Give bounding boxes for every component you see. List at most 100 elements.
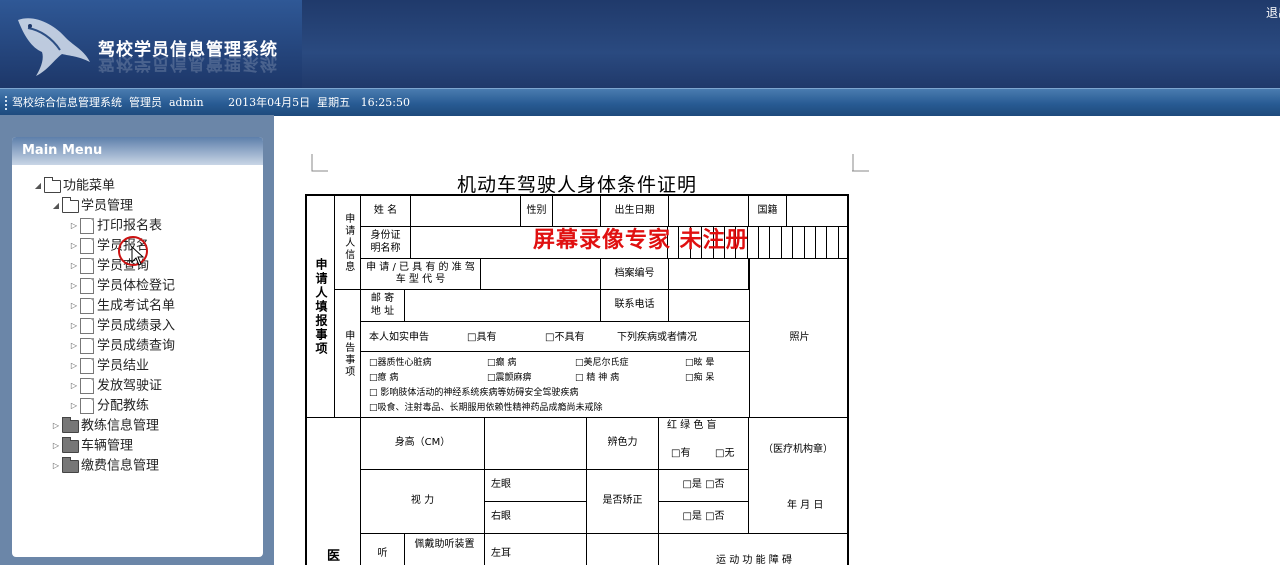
file-no-label-cell: 档案编号	[601, 259, 669, 290]
expand-triangle-icon: ▷	[70, 281, 78, 290]
tree-item-label: 学员体检登记	[97, 278, 176, 294]
page-icon	[80, 338, 94, 354]
tree-root[interactable]: ◢ 功能菜单	[32, 176, 116, 195]
tree-item-score-entry[interactable]: ▷ 学员成绩录入	[68, 317, 175, 335]
gender-label: 性别	[526, 204, 547, 216]
height-value-cell	[485, 418, 587, 470]
tree-group-student[interactable]: ◢ 学员管理	[50, 196, 134, 215]
expand-triangle-icon: ▷	[70, 401, 78, 410]
disease-item: □器质性心脏病	[369, 358, 432, 368]
id-label: 身份证明名称	[370, 230, 401, 254]
color-label: 辨色力	[607, 437, 638, 449]
applicant-info-cell: 申请人信息	[335, 196, 361, 290]
tree-item-graduation[interactable]: ▷ 学员结业	[68, 357, 149, 375]
motor-label: 运 动 功 能 障 碍	[716, 554, 792, 565]
address-label: 邮 寄 地 址	[370, 293, 395, 317]
tree-item-label: 学员结业	[97, 358, 150, 374]
corrected-right-cell: □是 □否	[659, 502, 749, 534]
name-label: 姓 名	[373, 204, 398, 216]
status-bar: 驾校综合信息管理系统 管理员 admin 2013年04月5日 星期五 16:2…	[0, 88, 1280, 116]
folder-open-icon	[62, 196, 79, 213]
vision-label: 视 力	[410, 495, 435, 507]
collapse-triangle-icon[interactable]: ◢	[32, 177, 44, 195]
tree-group-label: 学员管理	[81, 198, 134, 214]
date-label: 年 月 日	[787, 500, 824, 511]
page-icon	[80, 398, 94, 414]
disease-item: □ 影响肢体活动的神经系统疾病等妨碍安全驾驶疾病	[369, 388, 579, 398]
tree-root-label: 功能菜单	[63, 178, 116, 194]
status-bar-text: 驾校综合信息管理系统 管理员 admin 2013年04月5日 星期五 16:2…	[12, 96, 410, 109]
license-type-label-cell: 申 请 / 已 具 有 的 准 驾 车 型 代 号	[361, 259, 481, 290]
no-checkbox: □无	[715, 448, 735, 459]
tree-group-label: 车辆管理	[81, 438, 134, 454]
address-label-cell: 邮 寄 地 址	[361, 290, 405, 322]
height-label-cell: 身高（CM）	[361, 418, 485, 470]
applicant-info-label: 申请人信息	[342, 212, 354, 273]
tree-item-label: 发放驾驶证	[97, 378, 163, 394]
expand-triangle-icon[interactable]: ▷	[50, 417, 62, 435]
tree-group-label: 教练信息管理	[81, 418, 160, 434]
section-medical-cell: 医	[307, 418, 361, 565]
tree-item-label: 生成考试名单	[97, 298, 176, 314]
tree-item-issue-license[interactable]: ▷ 发放驾驶证	[68, 377, 162, 395]
disease-item: □癔 病	[369, 373, 399, 383]
photo-cell: 照片	[749, 259, 847, 418]
expand-triangle-icon: ▷	[70, 321, 78, 330]
tree-group-payment[interactable]: ▷ 缴费信息管理	[50, 456, 160, 475]
folder-open-icon	[44, 176, 61, 193]
nationality-label: 国籍	[757, 204, 778, 216]
tree-group-vehicle[interactable]: ▷ 车辆管理	[50, 436, 134, 455]
yes-no-checkbox: □是 □否	[682, 511, 725, 523]
tree-item-physical-exam[interactable]: ▷ 学员体检登记	[68, 277, 175, 295]
system-title-reflection: 驾校学员信息管理系统	[98, 53, 278, 73]
tree-group-label: 缴费信息管理	[81, 458, 160, 474]
expand-triangle-icon: ▷	[70, 221, 78, 230]
main-menu-title: Main Menu	[22, 143, 103, 158]
document-title: 机动车驾驶人身体条件证明	[456, 174, 697, 196]
right-eye-cell: 右眼	[485, 502, 587, 534]
status-bar-grip	[5, 96, 9, 110]
corrected-left-cell: □是 □否	[659, 470, 749, 502]
mouse-cursor-icon	[131, 246, 145, 266]
tree-item-label: 打印报名表	[97, 218, 163, 234]
left-ear-label: 左耳	[491, 547, 511, 559]
page-icon	[80, 258, 94, 274]
recorder-watermark: 屏幕录像专家 未注册	[533, 227, 749, 253]
expand-triangle-icon[interactable]: ▷	[50, 437, 62, 455]
tree-item-label: 分配教练	[97, 398, 150, 414]
folder-icon	[62, 456, 79, 473]
hearing-value-cell	[587, 534, 659, 565]
disease-item: □美尼尔氏症	[575, 358, 629, 368]
yes-checkbox: □有	[671, 448, 691, 459]
expand-triangle-icon: ▷	[70, 381, 78, 390]
expand-triangle-icon: ▷	[70, 301, 78, 310]
expand-triangle-icon: ▷	[70, 341, 78, 350]
tree-item-assign-coach[interactable]: ▷ 分配教练	[68, 397, 149, 415]
motor-cell: 运 动 功 能 障 碍	[659, 534, 847, 565]
phone-label-cell: 联系电话	[601, 290, 669, 322]
disease-item: □眩 晕	[685, 358, 715, 368]
declaration-text: 本人如实申告	[369, 332, 429, 343]
corrected-label-cell: 是否矫正	[587, 470, 659, 534]
tree-item-label: 学员成绩查询	[97, 338, 176, 354]
has-not-checkbox: □不具有	[545, 332, 585, 343]
tree-item-print-form[interactable]: ▷ 打印报名表	[68, 217, 162, 235]
disease-item: □震颤麻痹	[487, 373, 532, 383]
hearing-aid-label: 佩戴助听装置	[414, 539, 475, 550]
has-checkbox: □具有	[467, 332, 497, 343]
page-icon	[80, 318, 94, 334]
crop-mark-icon	[852, 154, 869, 172]
nationality-label-cell: 国籍	[749, 196, 787, 227]
tree-item-exam-list[interactable]: ▷ 生成考试名单	[68, 297, 175, 315]
expand-triangle-icon[interactable]: ▷	[50, 457, 62, 475]
folder-icon	[62, 436, 79, 453]
hearing-aid-cell: 佩戴助听装置	[405, 534, 485, 565]
expand-triangle-icon: ▷	[70, 261, 78, 270]
collapse-triangle-icon[interactable]: ◢	[50, 197, 62, 215]
tree-group-coach[interactable]: ▷ 教练信息管理	[50, 416, 160, 435]
section-medical-label: 医	[326, 548, 340, 564]
tree-item-score-query[interactable]: ▷ 学员成绩查询	[68, 337, 175, 355]
exit-link[interactable]: 退出	[1266, 4, 1280, 21]
medical-seal-label: （医疗机构章）	[763, 444, 833, 455]
seal-cell	[749, 418, 847, 534]
